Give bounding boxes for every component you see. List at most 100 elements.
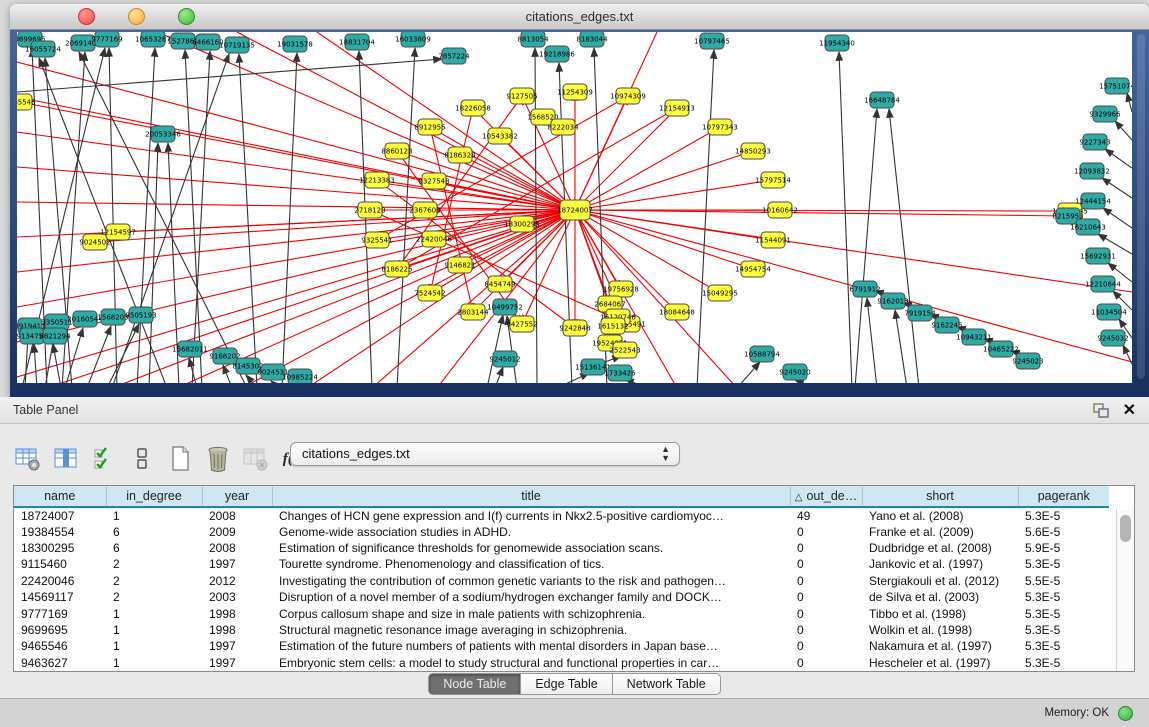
node-label: 10543382 bbox=[482, 133, 518, 141]
node-label: 9325541 bbox=[361, 237, 392, 245]
node-label: 11254309 bbox=[557, 89, 593, 97]
node-label: 2684067 bbox=[594, 301, 625, 309]
table-row[interactable]: 911546021997Tourette syndrome. Phenomeno… bbox=[14, 556, 1109, 572]
node-label: 8186225 bbox=[381, 266, 412, 274]
node-layer: 2718120122133838860123891295518226058912… bbox=[17, 32, 1132, 383]
table-row[interactable]: 1872400712008Changes of HCN gene express… bbox=[14, 507, 1109, 523]
close-panel-icon[interactable]: ✕ bbox=[1123, 400, 1136, 420]
node-label: 10974309 bbox=[610, 93, 646, 101]
table-body: 1872400712008Changes of HCN gene express… bbox=[14, 507, 1109, 671]
show-column-icon[interactable] bbox=[51, 445, 81, 473]
table-panel: Table Panel ✕ bbox=[0, 397, 1149, 698]
table-row[interactable]: 1938455462009Genome-wide association stu… bbox=[14, 523, 1109, 539]
table-row[interactable]: 946554611997Estimation of the future num… bbox=[14, 638, 1109, 654]
column-header-name[interactable]: name bbox=[14, 486, 106, 507]
node-label: 10943211 bbox=[956, 334, 992, 342]
node-label: 22420046 bbox=[416, 236, 452, 244]
node-label: 19218986 bbox=[539, 51, 575, 59]
node-label: 9245020 bbox=[779, 369, 810, 377]
node-label: 9127505 bbox=[506, 93, 537, 101]
node-label: 10160642 bbox=[762, 207, 798, 215]
node-label: 12093832 bbox=[1074, 168, 1110, 176]
table-row[interactable]: 946362711997Embryonic stem cells: a mode… bbox=[14, 655, 1109, 671]
node-label: 8821294 bbox=[39, 333, 71, 341]
table-header-row: namein_degreeyeartitle△out_de…shortpager… bbox=[14, 486, 1109, 507]
node-label: 11954340 bbox=[819, 40, 855, 48]
network-graph[interactable]: 2718120122133838860123891295518226058912… bbox=[17, 32, 1132, 383]
node-label: 19031578 bbox=[277, 41, 313, 49]
node-label: 9162245 bbox=[931, 322, 962, 330]
column-header-outde[interactable]: △out_de… bbox=[790, 486, 862, 507]
column-header-indegree[interactable]: in_degree bbox=[106, 486, 202, 507]
node-label: 11544091 bbox=[755, 237, 791, 245]
node-label: 1568203 bbox=[97, 314, 128, 322]
node-label: 10653287 bbox=[135, 36, 171, 44]
float-panel-icon[interactable] bbox=[1093, 403, 1109, 418]
table-row[interactable]: 1830029562008Estimation of significance … bbox=[14, 540, 1109, 556]
node-label: 20053346 bbox=[145, 131, 181, 139]
node-label: 8222034 bbox=[547, 124, 579, 132]
tab-node-table[interactable]: Node Table bbox=[428, 673, 521, 695]
table-row[interactable]: 2242004622012Investigating the contribut… bbox=[14, 573, 1109, 589]
table-toolbar: f(x) citations_edges.txt ▲▼ bbox=[13, 443, 317, 475]
table-scrollbar[interactable] bbox=[1116, 509, 1134, 671]
column-header-year[interactable]: year bbox=[202, 486, 272, 507]
node-label: 2522543 bbox=[609, 347, 640, 355]
column-header-short[interactable]: short bbox=[862, 486, 1018, 507]
node-label: 16648784 bbox=[864, 97, 900, 105]
node-label: 9162013 bbox=[877, 298, 908, 306]
window-titlebar[interactable]: citations_edges.txt bbox=[10, 4, 1149, 30]
column-header-title[interactable]: title bbox=[272, 486, 790, 507]
node-label: 15751074 bbox=[1099, 83, 1132, 91]
table-row[interactable]: 1456911722003Disruption of a novel membe… bbox=[14, 589, 1109, 605]
node-label: 10797465 bbox=[694, 38, 730, 46]
node-label: 12444154 bbox=[1075, 198, 1111, 206]
node-label: 10797343 bbox=[702, 124, 738, 132]
window-right-scroll-strip[interactable] bbox=[1137, 34, 1145, 379]
node-label: 8912955 bbox=[414, 124, 445, 132]
node-label: 10588794 bbox=[744, 351, 780, 359]
node-label: 18226058 bbox=[455, 105, 491, 113]
node-label: 8813054 bbox=[517, 36, 549, 44]
sort-ascending-icon: △ bbox=[795, 492, 803, 503]
node-label: 9168202 bbox=[209, 353, 240, 361]
table-row[interactable]: 977716911998Corpus callosum shape and si… bbox=[14, 605, 1109, 621]
node-label: 16055724 bbox=[25, 46, 61, 54]
new-table-icon[interactable] bbox=[165, 445, 195, 473]
column-header-pagerank[interactable]: pagerank bbox=[1018, 486, 1109, 507]
node-label: 11034504 bbox=[1091, 309, 1127, 317]
node-label: 15682011 bbox=[172, 346, 208, 354]
table-settings-icon[interactable] bbox=[13, 445, 43, 473]
node-label: 9242848 bbox=[559, 325, 590, 333]
select-columns-icon[interactable] bbox=[89, 445, 119, 473]
network-window: citations_edges.txt 27181201221338388601… bbox=[10, 4, 1149, 397]
node-label: 7857224 bbox=[438, 53, 470, 61]
node-label: 9024502 bbox=[79, 239, 110, 247]
node-label: 15797514 bbox=[755, 177, 791, 185]
node-label: 2367608 bbox=[409, 207, 440, 215]
node-label: 9329966 bbox=[1089, 111, 1121, 119]
delete-rows-icon[interactable] bbox=[203, 445, 233, 473]
tab-edge-table[interactable]: Edge Table bbox=[521, 673, 612, 695]
node-label: 1733426 bbox=[604, 370, 636, 378]
node-label: 10719135 bbox=[219, 42, 255, 50]
node-label: 14954754 bbox=[735, 266, 771, 274]
tab-network-table[interactable]: Network Table bbox=[613, 673, 721, 695]
node-label: 7919154 bbox=[904, 310, 936, 318]
network-canvas[interactable]: 2718120122133838860123891295518226058912… bbox=[17, 32, 1132, 383]
table-selector-dropdown[interactable]: citations_edges.txt ▲▼ bbox=[290, 442, 680, 466]
node-label: 12154913 bbox=[659, 105, 695, 113]
window-frame: 2718120122133838860123891295518226058912… bbox=[10, 30, 1149, 397]
table-tabbar: Node Table Edge Table Network Table bbox=[0, 673, 1149, 695]
memory-status-icon[interactable] bbox=[1118, 706, 1133, 721]
table-row[interactable]: 969969511998Structural magnetic resonanc… bbox=[14, 622, 1109, 638]
table-scrollbar-thumb[interactable] bbox=[1120, 515, 1131, 542]
node-label: 8454749 bbox=[484, 281, 515, 289]
node-label: 9245012 bbox=[489, 356, 520, 364]
memory-status-label: Memory: OK bbox=[1044, 699, 1109, 727]
node-label: 16033809 bbox=[395, 36, 431, 44]
row-height-icon[interactable] bbox=[127, 445, 157, 473]
node-label: 19756928 bbox=[603, 286, 639, 294]
node-label: 8186328 bbox=[444, 152, 475, 160]
node-label: 9505193 bbox=[125, 312, 156, 320]
